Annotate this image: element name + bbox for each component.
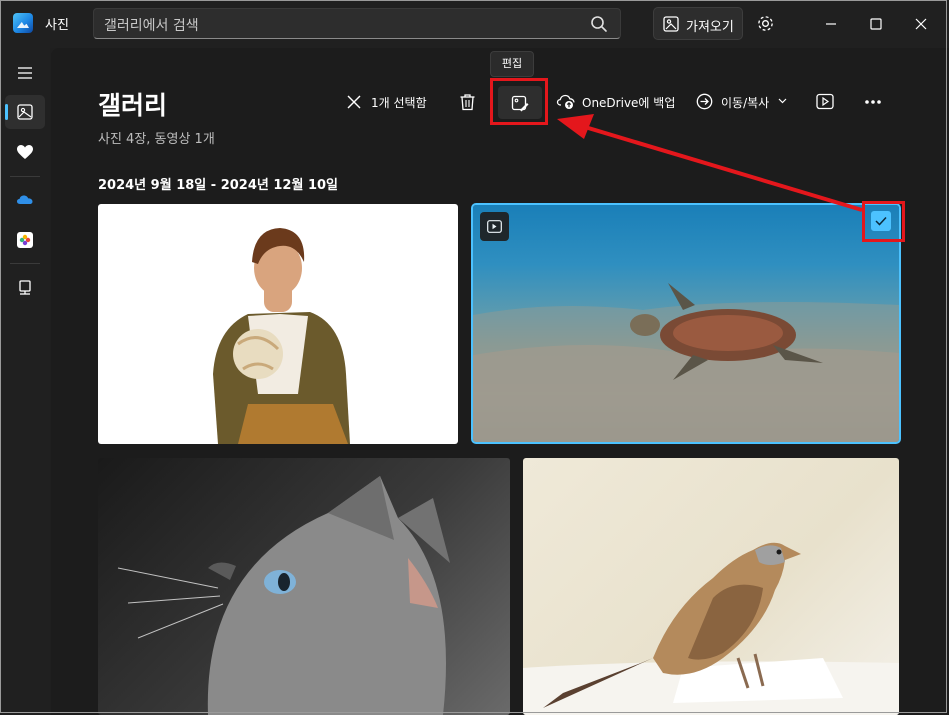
import-icon: [663, 16, 679, 32]
gallery-icon: [17, 104, 33, 120]
more-options-icon[interactable]: [864, 99, 882, 105]
move-copy-label[interactable]: 이동/복사: [721, 94, 769, 111]
gallery-count: 사진 4장, 동영상 1개: [98, 132, 215, 147]
sidebar: [0, 48, 50, 715]
photo-thumbnail-gray-cat[interactable]: [98, 458, 510, 715]
hamburger-icon: [18, 67, 32, 79]
onedrive-backup-icon[interactable]: [556, 92, 576, 110]
maximize-icon[interactable]: [866, 14, 886, 34]
app-title: 사진: [45, 18, 69, 33]
sidebar-item-icloud-photos[interactable]: [5, 223, 45, 257]
checkbox-highlight: [862, 201, 905, 242]
sea-turtle-image: [473, 283, 899, 442]
import-label: 가져오기: [686, 20, 734, 35]
title-bar: 사진 갤러리에서 검색 가져오기: [0, 0, 949, 48]
search-placeholder: 갤러리에서 검색: [104, 18, 199, 34]
selection-count: 1개 선택함: [371, 96, 427, 110]
photo-thumbnail-sparrow[interactable]: [523, 458, 899, 715]
page-title: 갤러리: [98, 91, 168, 120]
heart-icon: [17, 145, 33, 159]
clear-selection-icon[interactable]: [347, 95, 361, 109]
video-badge: [480, 212, 509, 241]
sidebar-item-onedrive[interactable]: [5, 183, 45, 217]
gear-icon[interactable]: [756, 14, 775, 33]
video-icon: [487, 220, 502, 233]
menu-button[interactable]: [5, 56, 45, 90]
trash-icon[interactable]: [459, 93, 476, 111]
sidebar-divider: [10, 176, 40, 177]
video-thumbnail-sea-turtle[interactable]: [471, 203, 901, 444]
chevron-down-icon[interactable]: [778, 98, 787, 104]
sidebar-divider: [10, 263, 40, 264]
sidebar-item-this-pc[interactable]: [5, 271, 45, 305]
gray-cat-image: [117, 476, 450, 715]
photo-thumbnail-man-with-globe[interactable]: [98, 204, 458, 444]
sparrow-image: [523, 542, 899, 715]
sidebar-item-favorites[interactable]: [5, 135, 45, 169]
computer-icon: [19, 280, 31, 295]
search-icon[interactable]: [590, 15, 608, 33]
apple-photos-icon: [17, 232, 33, 248]
move-copy-icon[interactable]: [696, 93, 713, 110]
onedrive-cloud-icon: [17, 195, 33, 204]
import-button[interactable]: 가져오기: [653, 7, 743, 40]
minimize-icon[interactable]: [821, 14, 841, 34]
edit-tooltip: 편집: [490, 51, 534, 77]
man-with-globe-image: [213, 228, 350, 444]
sidebar-item-gallery[interactable]: [5, 95, 45, 129]
date-range-heading: 2024년 9월 18일 - 2024년 12월 10일: [98, 178, 338, 193]
onedrive-backup-label[interactable]: OneDrive에 백업: [582, 94, 675, 111]
slideshow-icon[interactable]: [816, 93, 834, 110]
close-icon[interactable]: [911, 14, 931, 34]
edit-button-highlight: [490, 78, 548, 125]
photos-app-icon: [13, 13, 33, 33]
search-input[interactable]: 갤러리에서 검색: [93, 8, 621, 39]
